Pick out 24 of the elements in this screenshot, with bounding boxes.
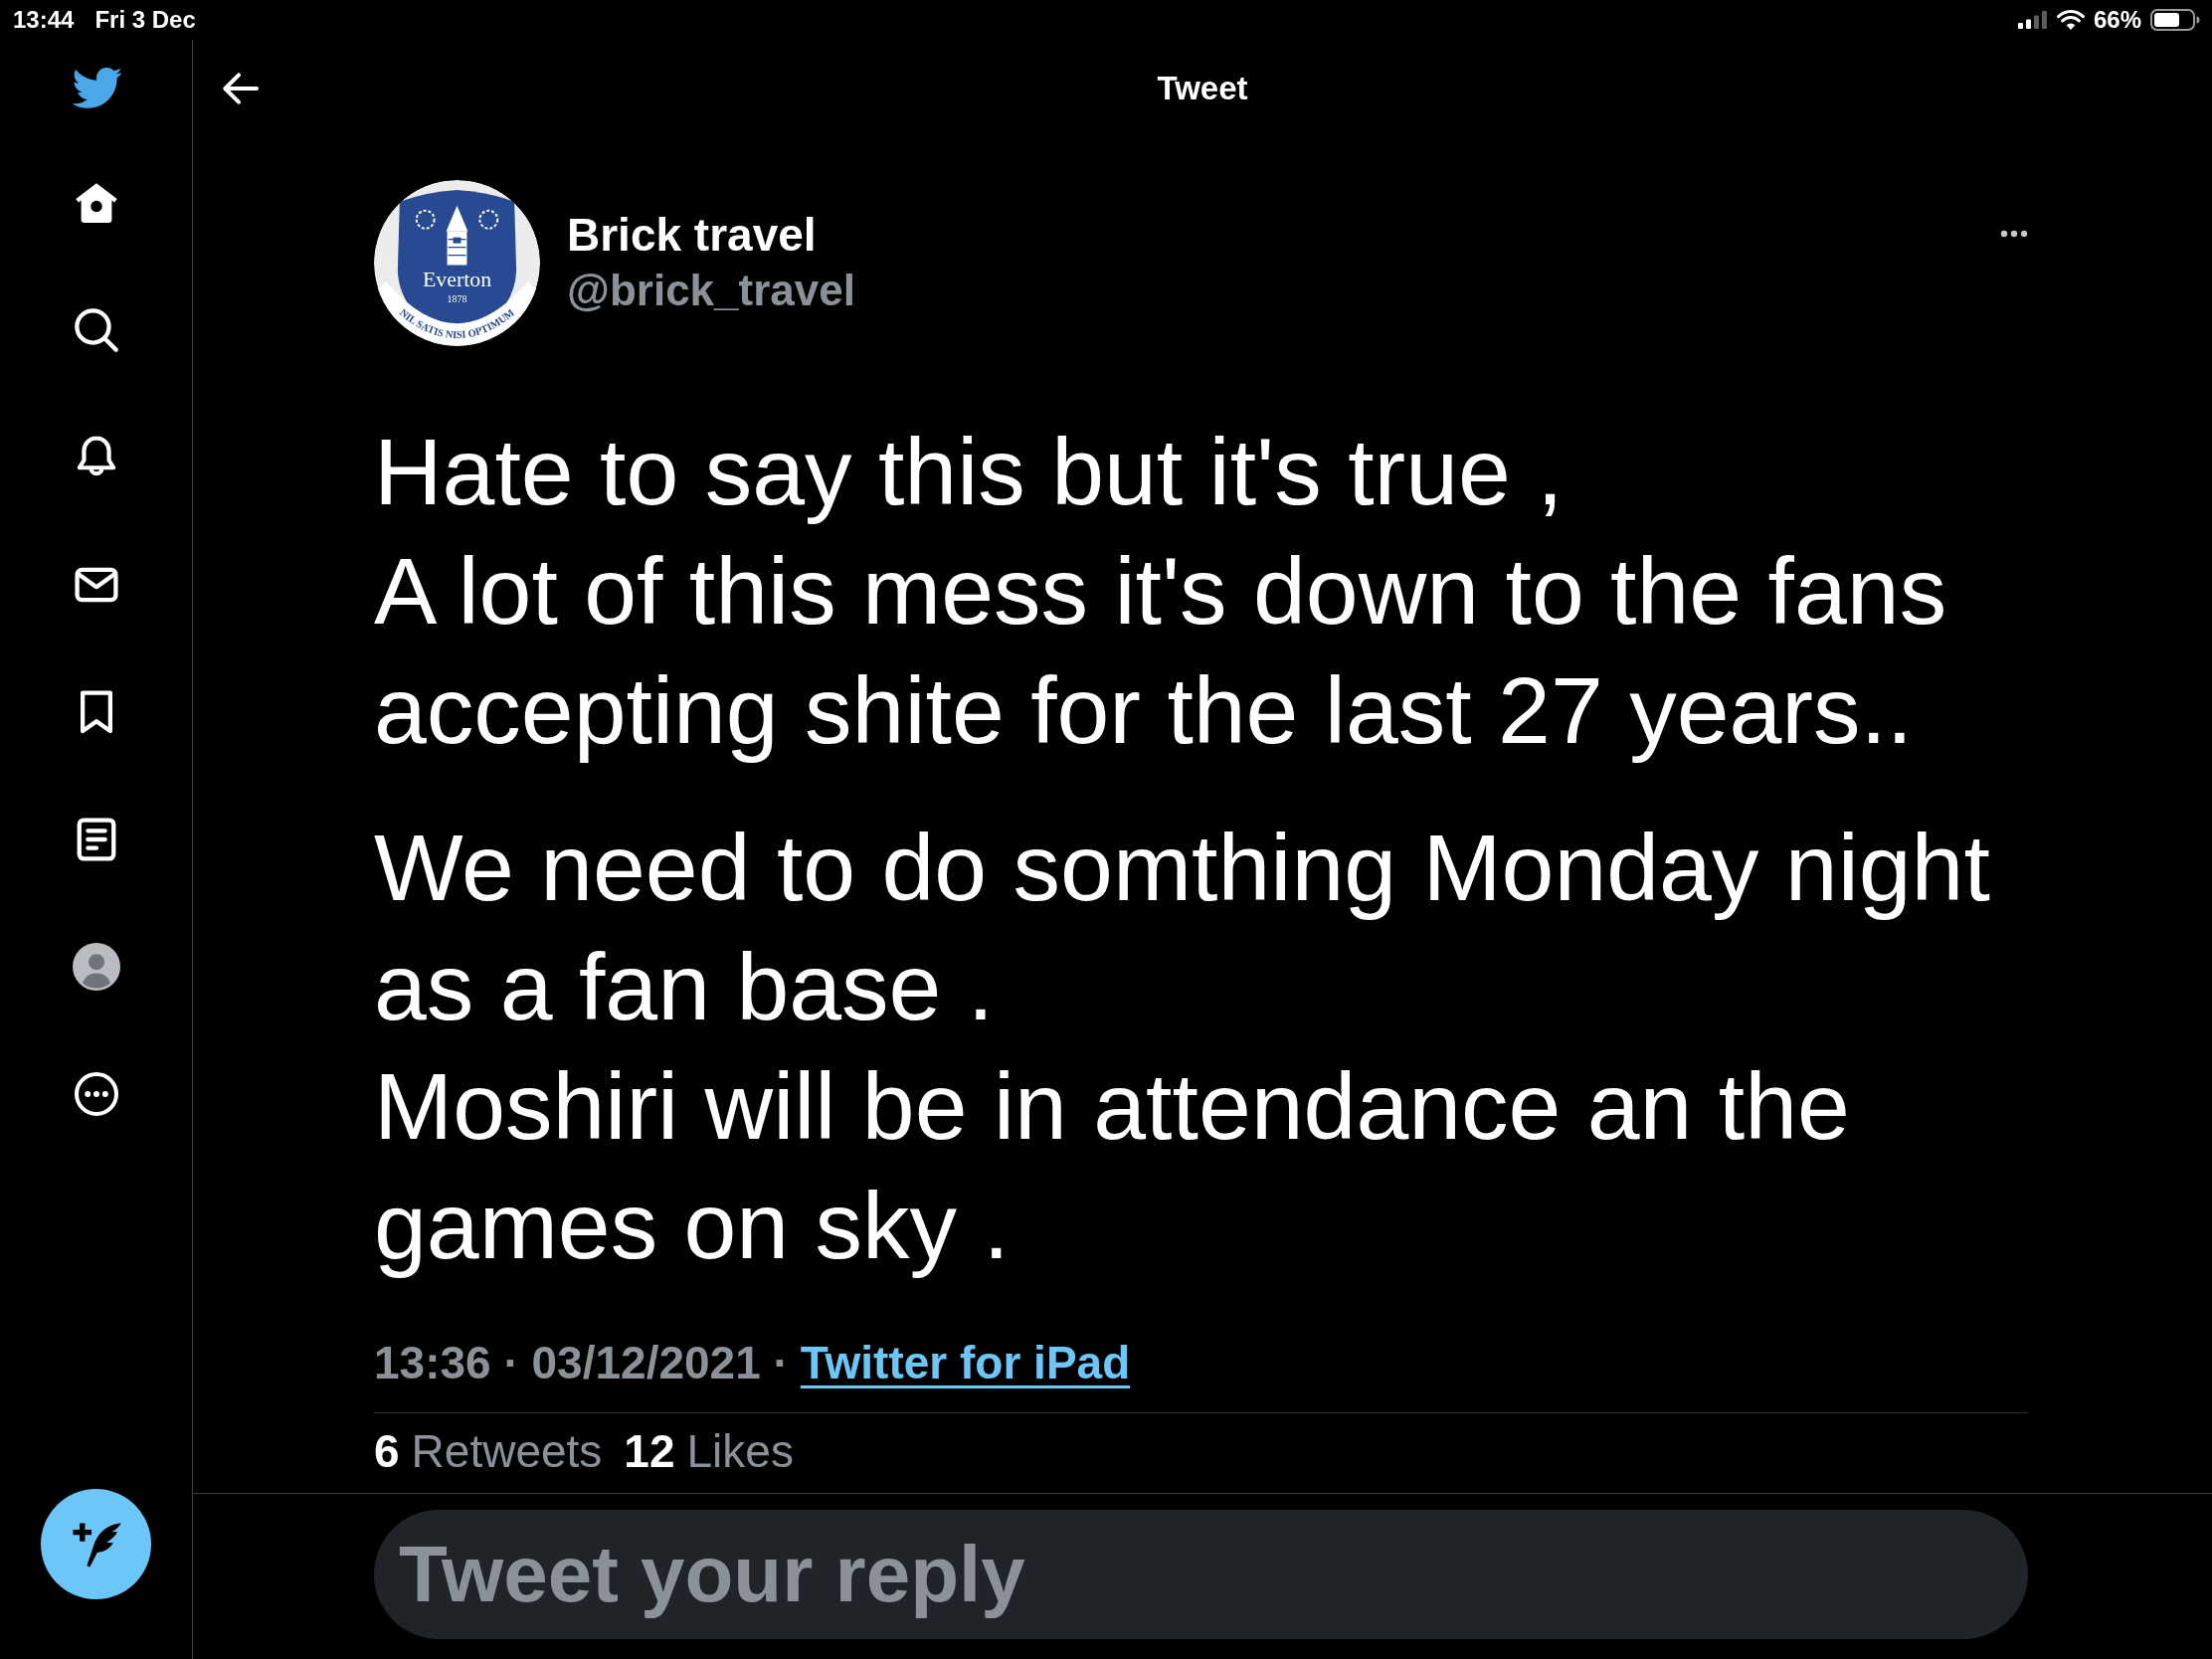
author-handle: @brick_travel [567,265,855,316]
status-date: Fri 3 Dec [94,6,196,34]
tweet-text: Hate to say this but it's true , A lot of this mess it's down to the fans accepting shite for the last 27 years.. [374,418,1948,765]
battery-percentage: 66% [2093,6,2141,34]
stat-link[interactable]: 6 Retweets [374,1425,603,1477]
founding-year: 1878 [447,293,467,305]
author-name: Brick travel [567,208,817,263]
signal-icon [2017,11,2048,29]
club-name: Everton [422,268,492,292]
avatar-icon[interactable] [72,943,120,991]
battery-icon [2150,9,2200,31]
wifi-icon [2056,10,2085,30]
stat-link[interactable]: 12 Likes [624,1425,794,1477]
more-icon[interactable] [74,1072,118,1116]
home-icon[interactable] [74,181,118,225]
page-title: Tweet [1157,69,1248,108]
search-icon[interactable] [74,308,118,352]
reply-field[interactable]: Tweet your reply [374,1510,2028,1639]
source-link[interactable]: Twitter for iPad [800,1335,1131,1390]
status-time: 13:44 [13,6,75,34]
tweet-text: We need to do somthing Monday night as a fan base . Moshiri will be in attendance an the games on sky . [374,814,1991,1280]
more-options-icon[interactable] [2000,230,2028,238]
back-arrow-icon[interactable] [223,73,259,104]
tweet-timestamp: 13:36 · 03/12/2021 · [374,1336,789,1390]
